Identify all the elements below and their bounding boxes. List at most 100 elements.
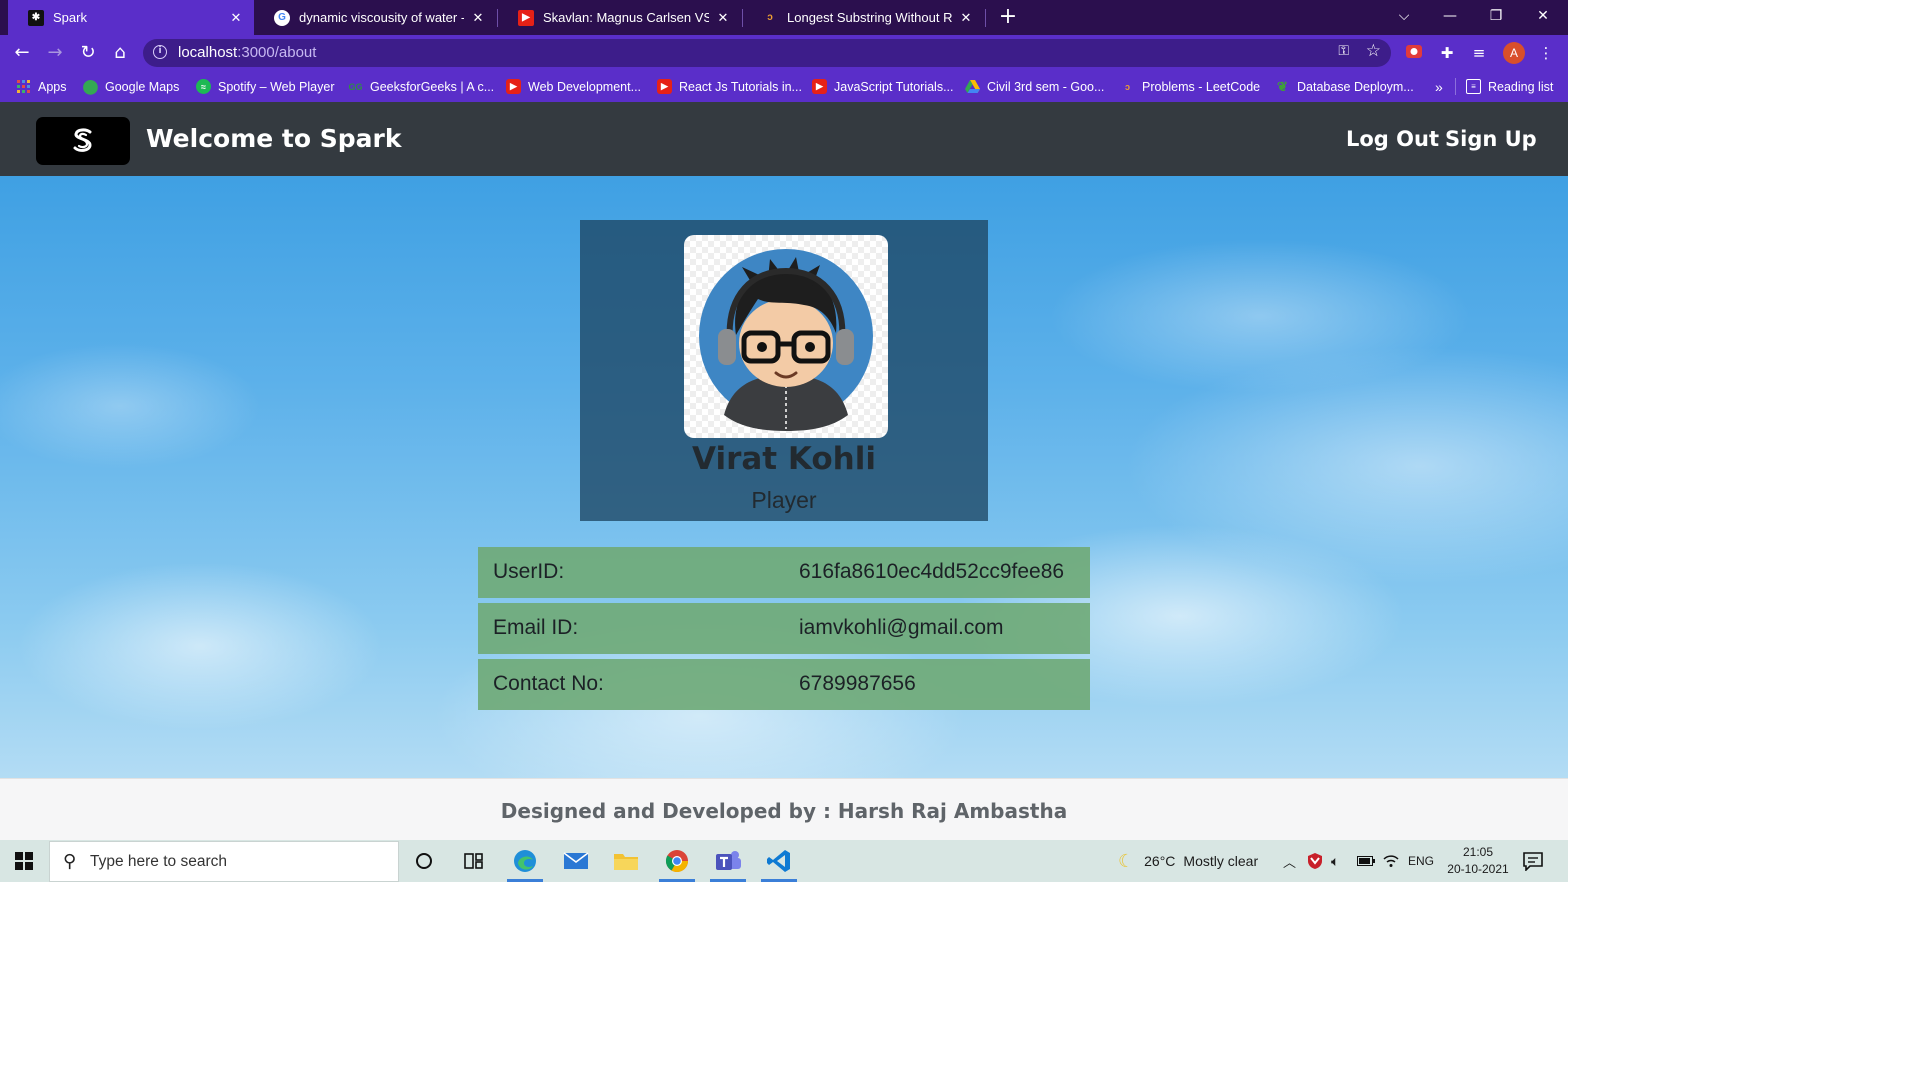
- tab-title: dynamic viscousity of water - Go: [299, 10, 464, 25]
- windows-start-button[interactable]: [0, 840, 48, 882]
- youtube-icon: ▶: [506, 79, 521, 94]
- bookmarks-bar: Apps ⬤ Google Maps ≈ Spotify – Web Playe…: [0, 71, 1568, 102]
- extensions-puzzle-icon[interactable]: ✚: [1436, 42, 1458, 64]
- address-bar[interactable]: i localhost:3000/about ⚿ ☆: [143, 39, 1391, 67]
- bookmark-label: Problems - LeetCode: [1142, 79, 1261, 94]
- home-icon[interactable]: ⌂: [107, 40, 133, 66]
- close-icon[interactable]: ✕: [715, 10, 731, 26]
- youtube-icon: ▶: [812, 79, 827, 94]
- restore-button[interactable]: ❐: [1473, 0, 1519, 35]
- task-view-icon[interactable]: [450, 840, 498, 882]
- search-placeholder: Type here to search: [90, 853, 227, 870]
- bookmark-label: JavaScript Tutorials...: [834, 79, 954, 94]
- bookmark-label: Web Development...: [528, 79, 642, 94]
- taskbar-search-input[interactable]: ⚲ Type here to search: [49, 841, 399, 882]
- userid-label: UserID:: [493, 560, 565, 583]
- spark-logo[interactable]: [36, 117, 130, 165]
- email-value: iamvkohli@gmail.com: [799, 616, 1004, 639]
- spotify-icon: ≈: [196, 79, 211, 94]
- bookmark-geeksforgeeks[interactable]: GG GeeksforGeeks | A c...: [348, 71, 494, 102]
- close-icon[interactable]: ✕: [228, 10, 244, 26]
- extension-icon[interactable]: [1403, 42, 1425, 64]
- contact-row: Contact No: 6789987656: [478, 659, 1090, 710]
- bookmark-leetcode[interactable]: ↄ Problems - LeetCode: [1120, 71, 1260, 102]
- weather-widget[interactable]: ☾ 26°C Mostly clear: [1118, 840, 1258, 882]
- vscode-icon[interactable]: [755, 840, 803, 882]
- new-tab-button[interactable]: +: [996, 4, 1020, 30]
- show-hidden-icons-chevron-icon[interactable]: ︿: [1283, 840, 1296, 882]
- password-key-icon[interactable]: ⚿: [1338, 43, 1349, 59]
- bookmarks-overflow-chevron-icon[interactable]: »: [1435, 71, 1443, 102]
- profile-name: Virat Kohli: [692, 441, 876, 477]
- notifications-icon[interactable]: [1522, 851, 1546, 872]
- tab-title: Skavlan: Magnus Carlsen VS Bill G: [543, 10, 709, 25]
- bookmark-label: React Js Tutorials in...: [679, 79, 802, 94]
- bookmark-spotify[interactable]: ≈ Spotify – Web Player: [196, 71, 335, 102]
- about-page-content: Virat Kohli Player UserID: 616fa8610ec4d…: [0, 176, 1568, 778]
- back-arrow-icon[interactable]: ←: [9, 40, 35, 66]
- wifi-icon[interactable]: [1383, 840, 1399, 882]
- close-icon[interactable]: ✕: [958, 10, 974, 26]
- app-title: Welcome to Spark: [146, 124, 402, 153]
- tab-leetcode[interactable]: ↄ Longest Substring Without Repea ✕: [742, 0, 984, 35]
- bookmark-javascript-tutorials[interactable]: ▶ JavaScript Tutorials...: [812, 71, 954, 102]
- battery-icon[interactable]: [1357, 840, 1375, 882]
- bookmark-label: Database Deploym...: [1297, 79, 1414, 94]
- forward-arrow-icon[interactable]: →: [42, 40, 68, 66]
- language-indicator[interactable]: ENG: [1408, 840, 1434, 882]
- search-icon: ⚲: [63, 851, 77, 872]
- profile-role: Player: [751, 487, 817, 513]
- profile-avatar[interactable]: A: [1503, 42, 1525, 64]
- bookmark-google-maps[interactable]: ⬤ Google Maps: [83, 71, 180, 102]
- page-footer: Designed and Developed by : Harsh Raj Am…: [0, 778, 1568, 840]
- tab-youtube[interactable]: ▶ Skavlan: Magnus Carlsen VS Bill G ✕: [498, 0, 741, 35]
- bookmark-web-development[interactable]: ▶ Web Development...: [506, 71, 641, 102]
- tab-google-search[interactable]: G dynamic viscousity of water - Go ✕: [254, 0, 496, 35]
- bookmark-civil-drive[interactable]: Civil 3rd sem - Goo...: [965, 71, 1104, 102]
- bookmark-apps[interactable]: Apps: [16, 71, 67, 102]
- menu-kebab-icon[interactable]: ⋮: [1535, 42, 1557, 64]
- close-icon[interactable]: ✕: [470, 10, 486, 26]
- window-close-button[interactable]: ✕: [1520, 0, 1566, 35]
- logout-link[interactable]: Log Out: [1346, 127, 1439, 151]
- signup-link[interactable]: Sign Up: [1445, 127, 1537, 151]
- file-explorer-icon[interactable]: [602, 840, 650, 882]
- leetcode-icon: ↄ: [767, 12, 773, 23]
- url-text[interactable]: localhost:3000/about: [178, 44, 316, 61]
- reading-list-label: Reading list: [1488, 79, 1554, 94]
- google-drive-icon: [965, 79, 980, 94]
- bookmark-database-deployment[interactable]: ❦ Database Deploym...: [1275, 71, 1414, 102]
- reading-list-button[interactable]: ≡ Reading list: [1466, 71, 1553, 102]
- system-clock[interactable]: 21:05 20-10-2021: [1440, 844, 1516, 878]
- bookmark-label: GeeksforGeeks | A c...: [370, 79, 495, 94]
- bookmark-label: Google Maps: [105, 79, 180, 94]
- site-info-icon[interactable]: i: [153, 45, 167, 59]
- mail-icon[interactable]: [552, 840, 600, 882]
- reload-icon[interactable]: ↻: [75, 40, 101, 66]
- browser-tab-strip: ✱ Spark ✕ G dynamic viscousity of water …: [0, 0, 1568, 35]
- media-queue-icon[interactable]: ≡: [1468, 42, 1490, 64]
- cortana-icon[interactable]: [400, 840, 448, 882]
- moon-weather-icon: ☾: [1118, 850, 1135, 871]
- tab-spark[interactable]: ✱ Spark ✕: [8, 0, 254, 35]
- clock-date: 20-10-2021: [1447, 862, 1509, 876]
- bookmark-react-tutorials[interactable]: ▶ React Js Tutorials in...: [657, 71, 802, 102]
- edge-browser-icon[interactable]: [501, 840, 549, 882]
- email-label: Email ID:: [493, 616, 579, 639]
- userid-row: UserID: 616fa8610ec4dd52cc9fee86: [478, 547, 1090, 598]
- url-host: localhost: [178, 44, 238, 61]
- bookmarks-divider: [1455, 78, 1456, 95]
- youtube-icon: ▶: [518, 9, 534, 26]
- bookmark-star-icon[interactable]: ☆: [1366, 41, 1381, 61]
- minimize-button[interactable]: —: [1427, 0, 1473, 35]
- antivirus-shield-icon[interactable]: [1307, 840, 1323, 882]
- teams-icon[interactable]: [704, 840, 752, 882]
- geeksforgeeks-icon: GG: [348, 81, 363, 92]
- tab-separator: [985, 9, 986, 27]
- volume-icon[interactable]: 🔈︎: [1331, 840, 1339, 882]
- chrome-icon[interactable]: [653, 840, 701, 882]
- weather-temp: 26°C: [1144, 853, 1176, 869]
- tab-search-chevron-icon[interactable]: ⌵: [1381, 0, 1427, 35]
- apps-grid-icon: [16, 79, 31, 94]
- profile-avatar-image: [684, 235, 888, 438]
